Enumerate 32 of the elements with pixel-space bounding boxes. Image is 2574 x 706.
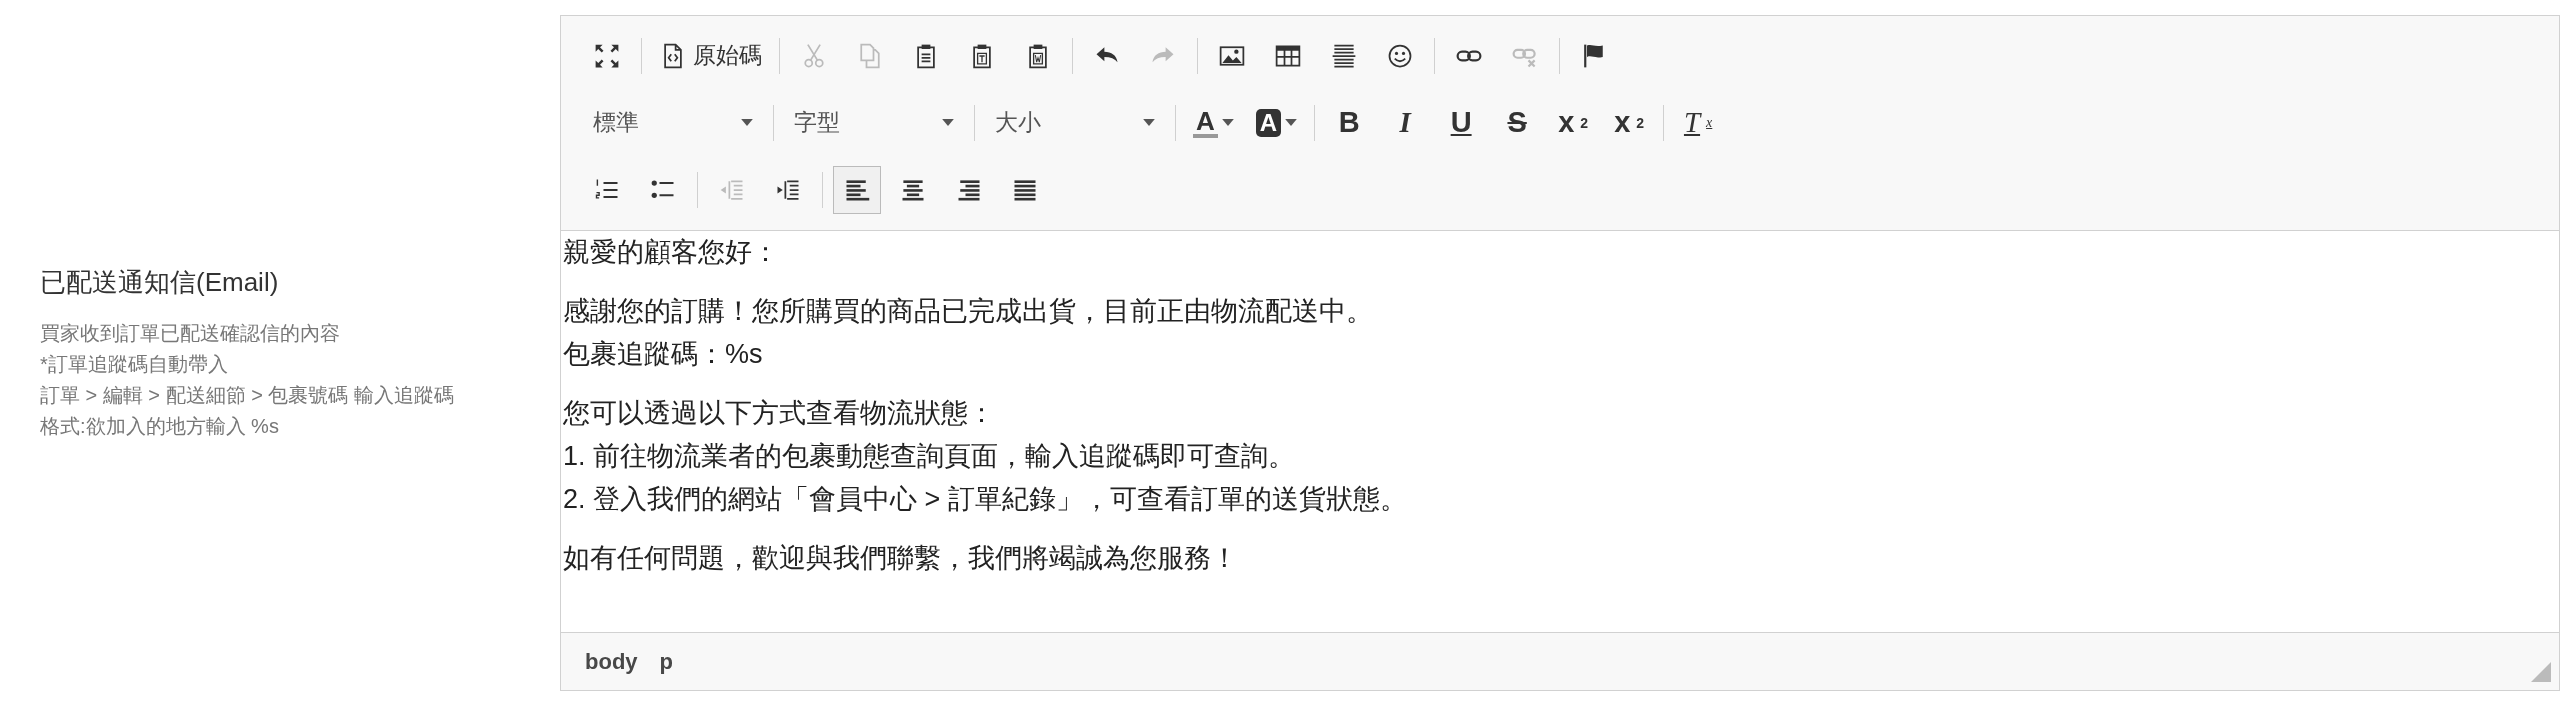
setting-description: 買家收到訂單已配送確認信的內容 xyxy=(40,320,341,346)
body-text: 2. 登入我們的網站「會員中心 > 訂單紀錄」，可查看訂單的送貨狀態。 xyxy=(563,483,1407,516)
dropdown[interactable]: 字型 xyxy=(784,101,964,145)
text-color-button[interactable]: A xyxy=(1186,99,1241,147)
caret-icon xyxy=(741,119,753,127)
background-color-button[interactable]: A xyxy=(1248,99,1305,147)
dropdown[interactable]: 大小 xyxy=(985,101,1165,145)
setting-description: 格式:欲加入的地方輸入 %s xyxy=(40,413,280,439)
resize-handle-icon[interactable] xyxy=(2531,662,2551,682)
setting-title: 已配送通知信(Email) xyxy=(40,265,280,299)
body-text: 如有任何問題，歡迎與我們聯繫，我們將竭誠為您服務！ xyxy=(563,542,1238,575)
setting-description: *訂單追蹤碼自動帶入 xyxy=(40,351,229,377)
setting-description: 訂單 > 編輯 > 配送細節 > 包裹號碼 輸入追蹤碼 xyxy=(40,382,455,408)
body-text: 1. 前往物流業者的包裹動態查詢頁面，輸入追蹤碼即可查詢。 xyxy=(563,440,1296,473)
caret-icon xyxy=(1143,119,1155,127)
dropdown[interactable]: 標準 xyxy=(583,101,763,145)
bold-button[interactable]: B xyxy=(1325,99,1374,147)
element-path-item[interactable]: body xyxy=(585,648,638,675)
italic-button[interactable]: I xyxy=(1381,99,1430,147)
body-text: 感謝您的訂購！您所購買的商品已完成出貨，目前正由物流配送中。 xyxy=(563,295,1373,328)
body-text: 包裹追蹤碼：%s xyxy=(563,338,763,371)
align-left-button[interactable] xyxy=(833,166,881,215)
element-path-item[interactable]: p xyxy=(659,648,673,675)
caret-icon xyxy=(1221,119,1234,127)
script-button[interactable]: x$^{2}$ xyxy=(1605,99,1654,147)
strikethrough-button[interactable]: S xyxy=(1493,99,1542,147)
body-text: 您可以透過以下方式查看物流狀態： xyxy=(563,397,995,430)
caret-icon xyxy=(942,119,954,127)
source-button[interactable]: 原始碼 xyxy=(652,31,769,80)
caret-icon xyxy=(1285,119,1298,127)
body-text: 親愛的顧客您好： xyxy=(563,236,779,269)
underline-button[interactable]: U xyxy=(1437,99,1486,147)
